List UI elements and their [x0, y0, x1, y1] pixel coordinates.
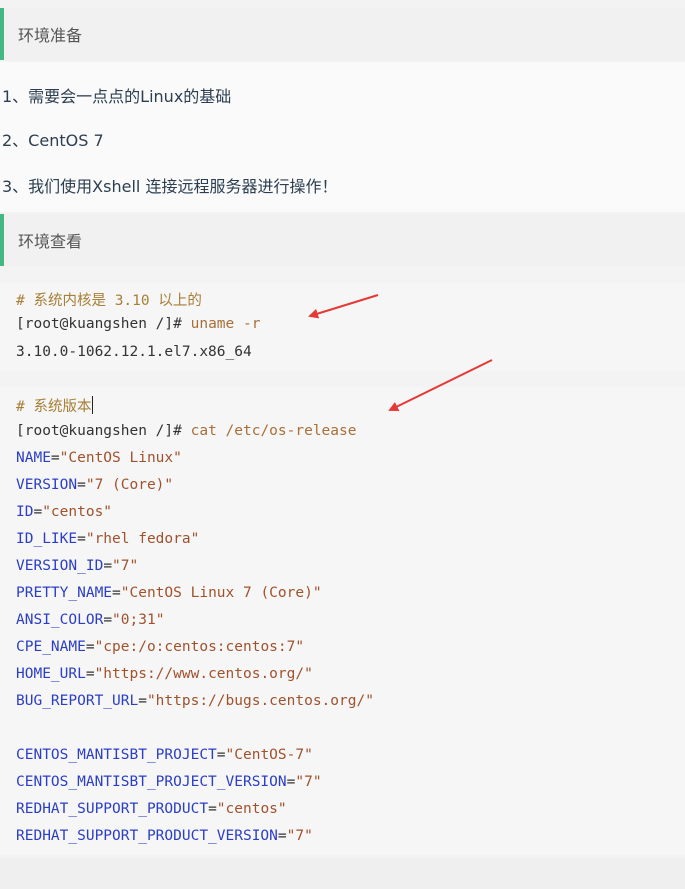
red-arrow	[308, 294, 379, 319]
annotation-arrows	[308, 294, 493, 411]
red-arrow	[388, 359, 493, 411]
